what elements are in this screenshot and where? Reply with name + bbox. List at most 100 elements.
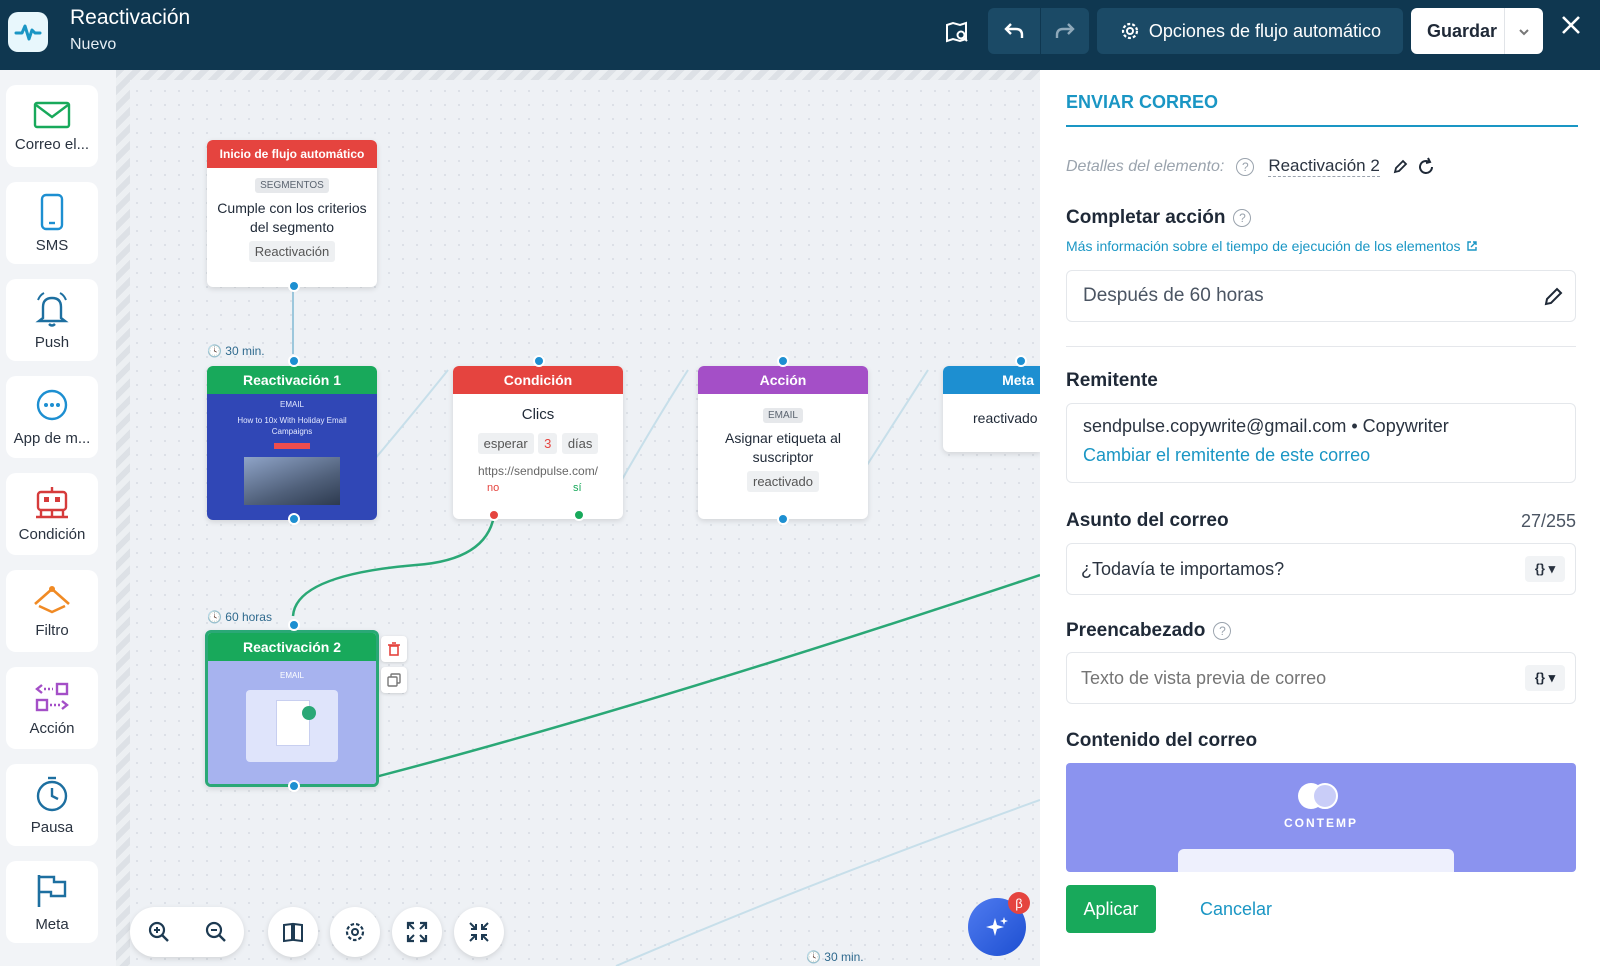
ai-assistant-button[interactable]: β bbox=[968, 892, 1030, 956]
email-node-reactivation-2[interactable]: Reactivación 2 EMAIL bbox=[205, 630, 379, 787]
cancel-button[interactable]: Cancelar bbox=[1200, 885, 1272, 933]
envelope-icon bbox=[33, 101, 71, 128]
flow-options-button[interactable]: Opciones de flujo automático bbox=[1097, 8, 1403, 54]
sender-field[interactable]: sendpulse.copywrite@gmail.com • Copywrit… bbox=[1066, 403, 1576, 483]
flow-title[interactable]: Reactivación bbox=[70, 6, 190, 30]
port[interactable] bbox=[533, 355, 545, 367]
preview-button bbox=[274, 443, 310, 449]
flow-start-node[interactable]: Inicio de flujo automático SEGMENTOS Cum… bbox=[207, 140, 377, 287]
sidebar-item-filter[interactable]: Filtro bbox=[6, 570, 98, 652]
element-name[interactable]: Reactivación 2 bbox=[1268, 156, 1380, 177]
chevron-down-icon[interactable] bbox=[1518, 28, 1530, 36]
sidebar-item-email[interactable]: Correo el... bbox=[6, 85, 98, 167]
sidebar-item-condition[interactable]: Condición bbox=[6, 473, 98, 555]
close-icon[interactable] bbox=[1560, 12, 1582, 43]
canvas-settings-button[interactable] bbox=[330, 907, 380, 957]
sidebar-item-label: Push bbox=[34, 333, 70, 351]
redo-icon bbox=[1055, 23, 1075, 38]
refresh-icon[interactable] bbox=[1416, 157, 1436, 177]
sidebar-item-action[interactable]: Acción bbox=[6, 667, 98, 749]
preview-card bbox=[1178, 849, 1454, 872]
timer-text: 60 horas bbox=[225, 610, 272, 624]
subject-field[interactable]: ¿Todavía te importamos? {} ▾ bbox=[1066, 543, 1576, 595]
email-tag: EMAIL bbox=[279, 671, 304, 680]
gear-icon bbox=[1121, 22, 1139, 40]
preheader-field[interactable]: {} ▾ bbox=[1066, 652, 1576, 704]
sidebar-item-push[interactable]: Push bbox=[6, 279, 98, 361]
guide-button[interactable] bbox=[268, 907, 318, 957]
branch-no-port[interactable] bbox=[488, 509, 500, 521]
sidebar-item-goal[interactable]: Meta bbox=[6, 861, 98, 943]
port[interactable] bbox=[777, 513, 789, 525]
branch-yes-port[interactable] bbox=[573, 509, 585, 521]
help-icon[interactable]: ? bbox=[1213, 622, 1232, 640]
undo-button[interactable] bbox=[988, 8, 1040, 54]
copy-node-button[interactable] bbox=[381, 667, 407, 693]
collapse-button[interactable] bbox=[454, 907, 504, 957]
port[interactable] bbox=[288, 619, 300, 631]
redo-button[interactable] bbox=[1041, 8, 1089, 54]
beta-badge: β bbox=[1008, 892, 1030, 914]
flag-icon bbox=[37, 874, 67, 907]
app-logo[interactable] bbox=[8, 12, 48, 52]
preheader-heading: Preencabezado ? bbox=[1066, 620, 1232, 642]
port[interactable] bbox=[288, 280, 300, 292]
sidebar-item-label: Filtro bbox=[35, 621, 69, 639]
preheader-input[interactable] bbox=[1081, 667, 1481, 689]
pulse-icon bbox=[14, 24, 42, 41]
variables-dropdown[interactable]: {} ▾ bbox=[1525, 665, 1565, 691]
branch-labels: no sí bbox=[453, 482, 623, 496]
panel-title-underline bbox=[1066, 125, 1578, 127]
change-sender-link[interactable]: Cambiar el remitente de este correo bbox=[1083, 445, 1559, 466]
content-label: Contenido del correo bbox=[1066, 730, 1258, 751]
help-icon[interactable]: ? bbox=[1233, 209, 1252, 227]
condition-node[interactable]: Condición Clics esperar 3 días https://s… bbox=[453, 366, 623, 519]
element-settings-panel: ENVIAR CORREO Detalles del elemento: ? R… bbox=[1040, 70, 1600, 966]
email-preview-thumbnail: EMAIL How to 10x With Holiday Email Camp… bbox=[207, 394, 377, 520]
save-label: Guardar bbox=[1427, 20, 1498, 41]
tag-chip: reactivado bbox=[747, 471, 819, 492]
port[interactable] bbox=[288, 780, 300, 792]
port[interactable] bbox=[1015, 355, 1027, 367]
delete-node-button[interactable] bbox=[381, 636, 407, 662]
preview-document-image bbox=[246, 690, 338, 762]
email-content-preview[interactable]: CONTEMP bbox=[1066, 763, 1576, 872]
sender-label: Remitente bbox=[1066, 370, 1158, 391]
edit-icon[interactable] bbox=[1392, 159, 1408, 175]
collapse-icon bbox=[469, 922, 489, 942]
sidebar-item-pause[interactable]: Pausa bbox=[6, 764, 98, 846]
condition-url: https://sendpulse.com/ bbox=[477, 464, 599, 478]
timing-info-link[interactable]: Más información sobre el tiempo de ejecu… bbox=[1066, 238, 1478, 254]
timing-info-text: Más información sobre el tiempo de ejecu… bbox=[1066, 238, 1461, 254]
node-header: Condición bbox=[453, 366, 623, 394]
map-book-button[interactable] bbox=[940, 16, 974, 50]
wait-unit: días bbox=[561, 433, 599, 454]
edit-icon[interactable] bbox=[1543, 287, 1563, 307]
sidebar-item-messenger-app[interactable]: App de m... bbox=[6, 376, 98, 458]
sender-value: sendpulse.copywrite@gmail.com • Copywrit… bbox=[1083, 416, 1449, 436]
zoom-in-button[interactable] bbox=[130, 907, 244, 957]
port[interactable] bbox=[777, 355, 789, 367]
preview-check bbox=[302, 706, 316, 720]
zoom-out-icon[interactable] bbox=[204, 920, 228, 944]
apply-button[interactable]: Aplicar bbox=[1066, 885, 1156, 933]
action-icon bbox=[35, 682, 69, 711]
sidebar-item-sms[interactable]: SMS bbox=[6, 182, 98, 264]
timer-label: 🕓 30 min. bbox=[806, 950, 864, 964]
expand-button[interactable] bbox=[392, 907, 442, 957]
port[interactable] bbox=[288, 513, 300, 525]
sidebar-item-label: Pausa bbox=[30, 818, 74, 836]
port[interactable] bbox=[288, 355, 300, 367]
email-node-reactivation-1[interactable]: Reactivación 1 EMAIL How to 10x With Hol… bbox=[207, 366, 377, 520]
action-node[interactable]: Acción EMAIL Asignar etiqueta al suscrip… bbox=[698, 366, 868, 519]
save-button[interactable]: Guardar bbox=[1411, 8, 1543, 54]
completion-time-field[interactable]: Después de 60 horas bbox=[1066, 270, 1576, 322]
sidebar-item-label: Meta bbox=[35, 915, 69, 933]
completion-time-value: Después de 60 horas bbox=[1083, 285, 1264, 306]
node-header: Reactivación 2 bbox=[208, 633, 376, 661]
logo-circle-right bbox=[1312, 783, 1338, 809]
goal-node[interactable]: Meta reactivado bbox=[943, 366, 1040, 452]
node-text: Cumple con los criterios del segmento bbox=[217, 200, 367, 235]
help-icon[interactable]: ? bbox=[1236, 157, 1255, 176]
variables-dropdown[interactable]: {} ▾ bbox=[1525, 556, 1565, 582]
